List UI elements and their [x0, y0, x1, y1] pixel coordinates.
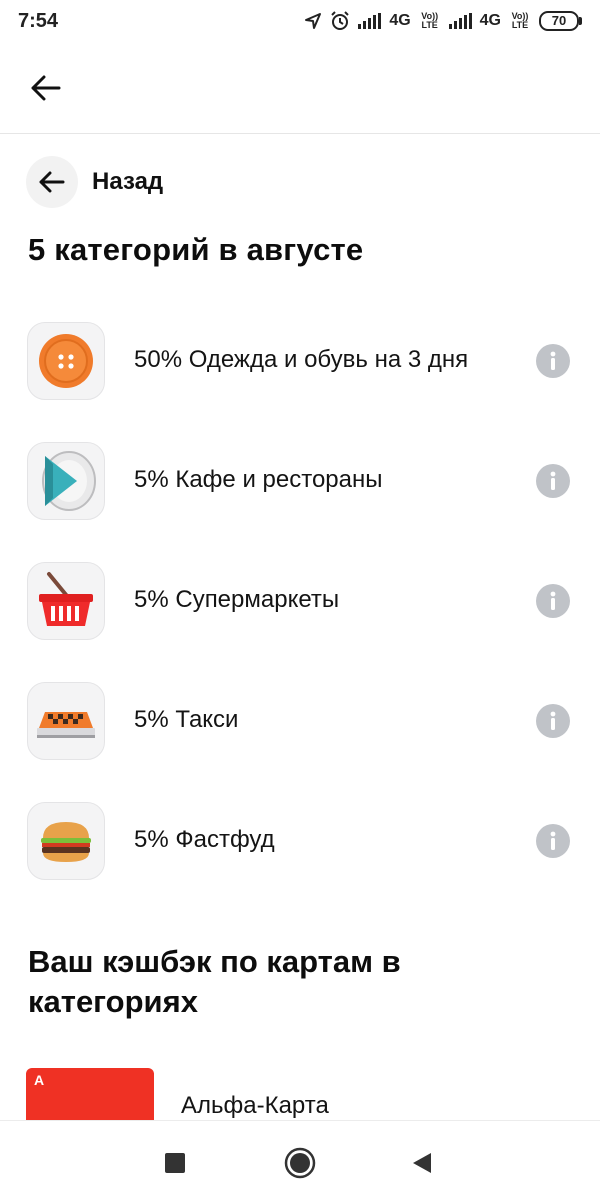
recents-button[interactable] — [155, 1143, 195, 1183]
basket-icon — [27, 562, 105, 640]
back-chip[interactable]: Назад — [26, 156, 163, 208]
app-bar — [0, 42, 600, 134]
card-name: Альфа-Карта — [181, 1092, 329, 1119]
signal-icon — [358, 13, 382, 29]
system-nav-bar — [0, 1120, 600, 1200]
network-label-2: 4G — [479, 12, 501, 29]
category-label: 5% Кафе и рестораны — [134, 466, 383, 493]
location-icon — [305, 13, 322, 29]
plate-icon — [27, 442, 105, 520]
burger-icon — [27, 802, 105, 880]
category-list: 50% Одежда и обувь на 3 дня 5% Кафе и ре… — [0, 320, 600, 920]
home-button[interactable] — [280, 1143, 320, 1183]
network-label-1: 4G — [389, 12, 411, 29]
info-icon[interactable] — [536, 584, 570, 618]
cards-section-title: Ваш кэшбэк по картам в категориях — [28, 944, 401, 1019]
category-label: 5% Такси — [134, 706, 239, 733]
volte-label-1: Vo)) LTE — [421, 11, 439, 30]
volte-label-2: Vo)) LTE — [511, 11, 529, 30]
home-circle-icon — [284, 1147, 316, 1179]
info-icon[interactable] — [536, 344, 570, 378]
card-item[interactable]: А Альфа-Карта — [26, 1068, 586, 1124]
arrow-left-icon — [39, 171, 65, 193]
arrow-left-icon — [31, 75, 61, 101]
system-back-button[interactable] — [402, 1143, 442, 1183]
list-item[interactable]: 5% Кафе и рестораны — [0, 440, 600, 560]
alfa-logo-icon: А — [34, 1072, 45, 1088]
info-icon[interactable] — [536, 704, 570, 738]
back-chip-label[interactable]: Назад — [92, 168, 163, 196]
battery-icon: 70 — [539, 11, 582, 31]
back-chip-circle[interactable] — [26, 156, 78, 208]
category-label: 5% Супермаркеты — [134, 586, 340, 613]
battery-level: 70 — [539, 11, 579, 31]
list-item[interactable]: 5% Супермаркеты — [0, 560, 600, 680]
status-time: 7:54 — [18, 9, 59, 32]
recents-square-icon — [165, 1153, 185, 1173]
list-item[interactable]: 5% Фастфуд — [0, 800, 600, 920]
status-bar: 7:54 4G Vo)) LTE 4G Vo)) LTE 70 — [0, 0, 600, 42]
info-icon[interactable] — [536, 464, 570, 498]
list-item[interactable]: 50% Одежда и обувь на 3 дня — [0, 320, 600, 440]
category-label: 5% Фастфуд — [134, 826, 275, 853]
taxi-icon — [27, 682, 105, 760]
alarm-icon — [331, 11, 350, 30]
info-icon[interactable] — [536, 824, 570, 858]
status-icons: 4G Vo)) LTE 4G Vo)) LTE 70 — [304, 11, 582, 31]
category-label: 50% Одежда и обувь на 3 дня — [134, 346, 469, 373]
back-triangle-icon — [413, 1153, 431, 1173]
page-title: 5 категорий в августе — [28, 232, 364, 267]
back-button[interactable] — [26, 72, 66, 104]
button-icon — [27, 322, 105, 400]
list-item[interactable]: 5% Такси — [0, 680, 600, 800]
signal-icon — [448, 13, 472, 29]
card-thumbnail: А — [26, 1068, 154, 1124]
